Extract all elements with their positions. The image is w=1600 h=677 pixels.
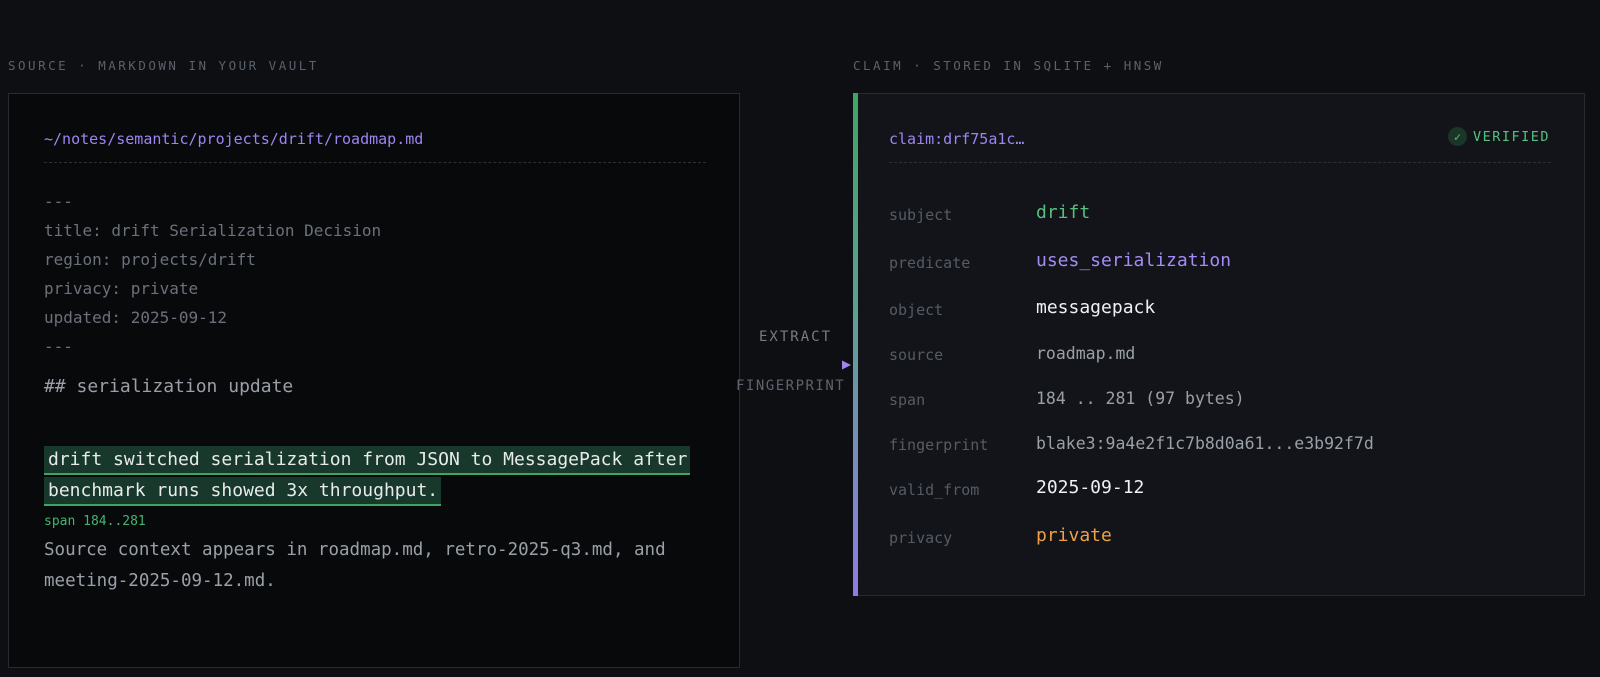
divider	[44, 162, 706, 163]
extract-label: EXTRACT	[759, 329, 833, 345]
frontmatter-line: title: drift Serialization Decision	[44, 221, 382, 240]
frontmatter-line: ---	[44, 337, 73, 356]
fingerprint-label: FINGERPRINT	[736, 378, 846, 394]
field-key: privacy	[889, 529, 953, 547]
field-value: drift	[1036, 202, 1091, 223]
highlight-line: drift switched serialization from JSON t…	[44, 446, 691, 475]
source-panel: ~/notes/semantic/projects/drift/roadmap.…	[8, 93, 740, 668]
field-value: messagepack	[1036, 297, 1156, 318]
frontmatter-line: updated: 2025-09-12	[44, 308, 228, 327]
verified-badge: ✓ VERIFIED	[1447, 127, 1550, 146]
frontmatter-line: privacy: private	[44, 279, 199, 298]
check-icon: ✓	[1447, 127, 1467, 146]
span-label: span 184..281	[44, 514, 146, 529]
field-key: object	[889, 301, 944, 319]
claim-id[interactable]: claim:drf75a1c…	[889, 130, 1024, 148]
frontmatter-block: --- title: drift Serialization Decision …	[44, 187, 381, 361]
field-value: 2025-09-12	[1036, 477, 1145, 498]
field-key: span	[889, 391, 926, 409]
verified-label: VERIFIED	[1472, 128, 1550, 145]
field-key: valid_from	[889, 481, 980, 499]
frontmatter-line: ---	[44, 192, 73, 211]
claim-caption: CLAIM · STORED IN SQLITE + HNSW	[853, 58, 1164, 73]
field-key: predicate	[889, 254, 971, 272]
arrow-right-icon	[742, 360, 851, 370]
source-caption: SOURCE · MARKDOWN IN YOUR VAULT	[8, 58, 319, 73]
field-value: blake3:9a4e2f1c7b8d0a61...e3b92f7d	[1036, 434, 1374, 453]
markdown-heading: ## serialization update	[44, 376, 294, 397]
highlighted-span[interactable]: drift switched serialization from JSON t…	[44, 444, 691, 506]
field-key: subject	[889, 206, 953, 224]
field-value: 184 .. 281 (97 bytes)	[1036, 389, 1245, 408]
claim-panel: claim:drf75a1c… ✓ VERIFIED subject drift…	[853, 93, 1585, 596]
frontmatter-line: region: projects/drift	[44, 250, 256, 269]
field-key: source	[889, 346, 944, 364]
field-value: roadmap.md	[1036, 344, 1136, 363]
divider	[889, 162, 1551, 163]
field-key: fingerprint	[889, 436, 989, 454]
file-path[interactable]: ~/notes/semantic/projects/drift/roadmap.…	[44, 130, 423, 148]
accent-bar	[853, 93, 858, 596]
field-value: uses_serialization	[1036, 250, 1232, 271]
source-context: Source context appears in roadmap.md, re…	[44, 540, 666, 591]
field-value: private	[1036, 525, 1112, 546]
highlight-line: benchmark runs showed 3x throughput.	[44, 477, 442, 506]
